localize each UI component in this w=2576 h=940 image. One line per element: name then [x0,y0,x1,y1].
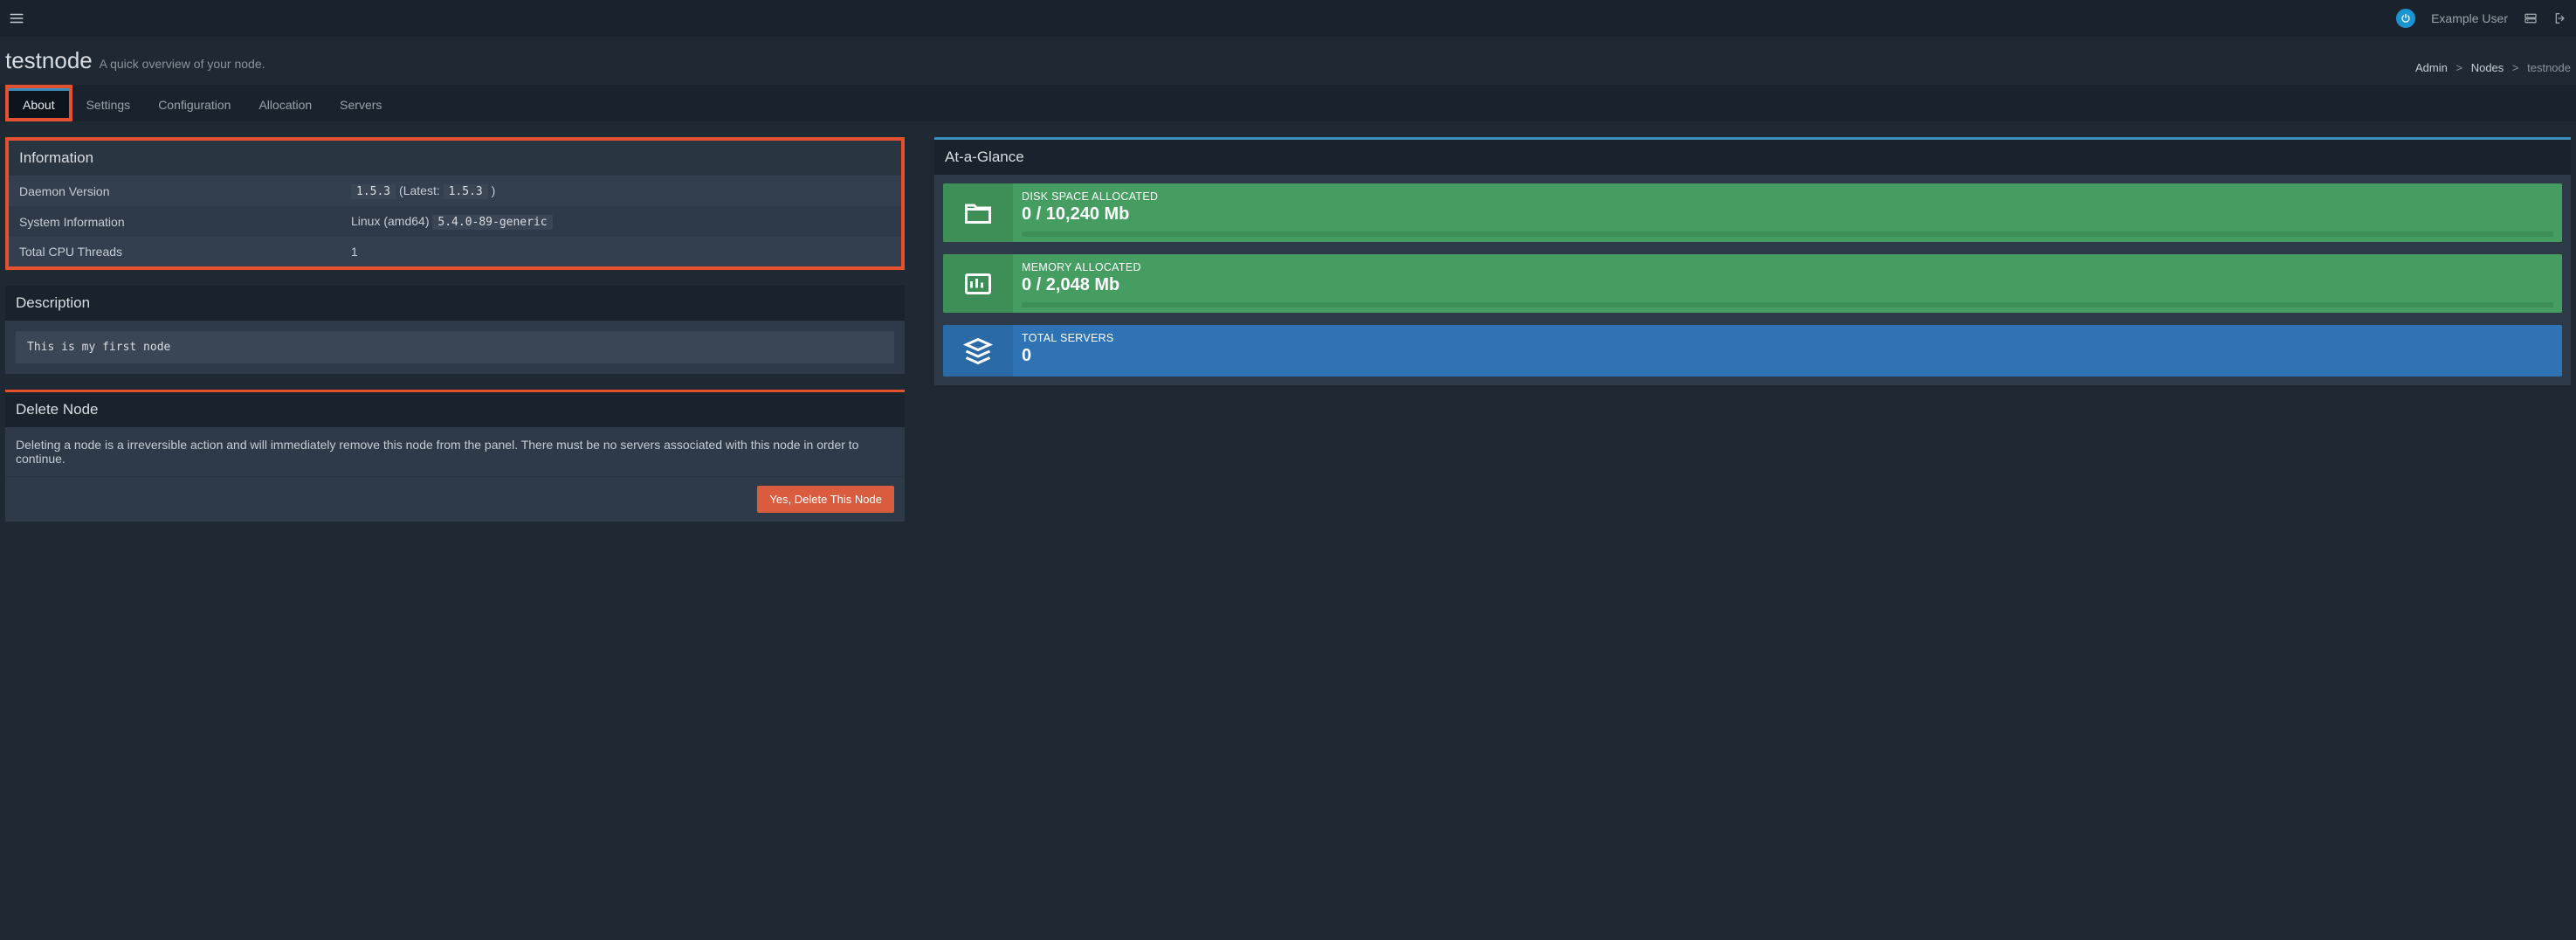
tab-settings[interactable]: Settings [72,85,145,121]
logout-button[interactable] [2553,11,2567,25]
description-body: This is my first node [16,331,894,363]
information-panel-title: Information [9,141,901,176]
stat-disk-label: DISK SPACE ALLOCATED [1022,190,2553,203]
table-row: Total CPU Threads 1 [9,237,901,266]
cpu-threads-value: 1 [351,245,891,259]
system-info-value: Linux (amd64) 5.4.0-89-generic [351,214,891,229]
table-row: System Information Linux (amd64) 5.4.0-8… [9,206,901,237]
stat-memory-progress [1022,302,2553,308]
delete-node-panel: Delete Node Deleting a node is a irrever… [5,390,905,522]
breadcrumb-nodes[interactable]: Nodes [2471,61,2504,74]
topbar: Example User [0,0,2576,37]
system-info-label: System Information [19,215,351,229]
daemon-version-label: Daemon Version [19,184,351,198]
stat-servers-value: 0 [1022,346,2553,366]
tab-about[interactable]: About [9,88,69,118]
stat-servers: TOTAL SERVERS 0 [943,325,2562,377]
table-row: Daemon Version 1.5.3 (Latest: 1.5.3 ) [9,176,901,206]
information-panel: Information Daemon Version 1.5.3 (Latest… [9,141,901,266]
page-title: testnode [5,47,93,73]
server-indicator-icon[interactable] [2524,11,2538,25]
glance-panel: At-a-Glance DISK SPACE ALLOCATED 0 / 10,… [934,137,2571,385]
delete-node-description: Deleting a node is a irreversible action… [5,427,905,476]
delete-node-panel-title: Delete Node [5,392,905,427]
tab-servers[interactable]: Servers [326,85,396,121]
stat-servers-label: TOTAL SERVERS [1022,332,2553,344]
stat-memory-value: 0 / 2,048 Mb [1022,275,2553,295]
layers-icon [943,325,1013,377]
breadcrumb-admin[interactable]: Admin [2415,61,2448,74]
description-panel-title: Description [5,286,905,321]
stat-memory: MEMORY ALLOCATED 0 / 2,048 Mb [943,254,2562,313]
page-subtitle: A quick overview of your node. [100,57,265,71]
description-panel: Description This is my first node [5,286,905,374]
delete-node-button[interactable]: Yes, Delete This Node [757,486,894,513]
stat-disk-value: 0 / 10,240 Mb [1022,204,2553,225]
stat-disk: DISK SPACE ALLOCATED 0 / 10,240 Mb [943,183,2562,242]
tab-configuration[interactable]: Configuration [144,85,245,121]
menu-toggle-button[interactable] [9,10,24,26]
stat-disk-progress [1022,232,2553,237]
power-icon [2396,9,2415,28]
breadcrumb: Admin > Nodes > testnode [2415,61,2571,74]
page-header: testnode A quick overview of your node. … [0,37,2576,85]
stat-memory-label: MEMORY ALLOCATED [1022,261,2553,273]
breadcrumb-current: testnode [2527,61,2571,74]
daemon-version-value: 1.5.3 (Latest: 1.5.3 ) [351,183,891,198]
glance-panel-title: At-a-Glance [934,140,2571,175]
tab-bar: About Settings Configuration Allocation … [0,85,2576,121]
hamburger-icon [9,10,24,26]
tab-allocation[interactable]: Allocation [245,85,326,121]
folder-icon [943,183,1013,242]
username-label[interactable]: Example User [2431,11,2508,25]
chart-bars-icon [943,254,1013,313]
cpu-threads-label: Total CPU Threads [19,245,351,259]
